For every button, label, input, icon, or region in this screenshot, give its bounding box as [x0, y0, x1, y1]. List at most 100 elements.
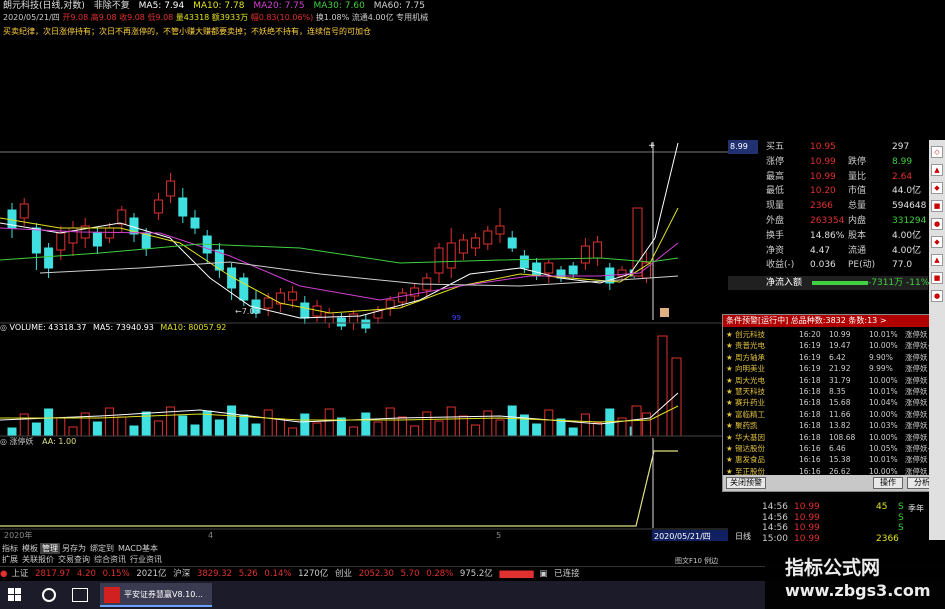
tool-icon-5[interactable]: ● — [931, 218, 943, 230]
tool-icon-9[interactable]: ● — [931, 290, 943, 302]
mid-marker: 99 — [452, 314, 461, 322]
indicator-name[interactable]: 涨停妖 — [10, 437, 34, 446]
stock-name[interactable]: 朗元科技(日线,对数) — [3, 0, 85, 12]
alert-row[interactable]: ★ 锡达股份 16:16 6.46 10.05% 涨停妖-合 — [723, 443, 941, 454]
quote-row: 收益(-) 0.036 PE(动) 77.0 — [728, 258, 928, 272]
volume-bar — [483, 410, 493, 437]
indicator-tab[interactable]: 另存为 — [60, 543, 88, 554]
alert-pct: 10.01% — [869, 330, 898, 339]
alert-title-text: 条件预警[运行中] 总品种数:3832 条数:13 — [726, 316, 878, 325]
alert-row[interactable]: ★ 赛升药业 16:18 15.68 10.04% 涨停妖 — [723, 397, 941, 408]
cy-value: 2052.30 — [358, 569, 394, 579]
alert-stock: 贵普光电 — [735, 341, 765, 351]
tool-icon-3[interactable]: ◆ — [931, 182, 943, 194]
alert-tag: 涨停妖 — [905, 375, 928, 385]
info-tab[interactable]: 行业资讯 — [128, 554, 164, 565]
alert-row[interactable]: ★ 贵普光电 16:19 19.47 10.00% 涨停妖-合 — [723, 340, 941, 351]
indicator-header: ◎ 涨停妖 AA: 1.00 — [0, 436, 76, 448]
info-tab[interactable]: 关联报价 — [20, 554, 56, 565]
hs-amount: 1270亿 — [298, 569, 329, 579]
quote-row: 外盘 263354 内盘 331294 — [728, 214, 928, 228]
task-view-icon[interactable] — [72, 588, 88, 602]
alert-row[interactable]: ★ 向明美业 16:19 21.92 9.99% 涨停妖 — [723, 363, 941, 374]
volume-bar — [300, 413, 310, 437]
windows-start-icon[interactable] — [8, 588, 22, 602]
side-toolbar[interactable]: ◇ ▲ ◆ ■ ● ◆ ▲ ■ ● — [929, 140, 945, 540]
alert-pct: 10.01% — [869, 387, 898, 396]
alert-tag: 涨停妖 — [905, 387, 928, 396]
candle-body — [300, 302, 310, 319]
indicator-tab[interactable]: 指标 — [0, 543, 20, 554]
info-tab[interactable]: 交易查询 — [56, 554, 92, 565]
alert-row[interactable]: ★ 华大基因 16:18 108.68 10.00% 涨停妖 — [723, 432, 941, 443]
alert-row[interactable]: ★ 周方轴承 16:19 6.42 9.90% 涨停妖 — [723, 352, 941, 363]
alert-pct: 10.04% — [869, 398, 898, 408]
operate-button[interactable]: 操作 — [873, 477, 903, 489]
alert-arrow-icon[interactable]: > — [880, 316, 887, 325]
alert-star-icon: ★ — [726, 364, 733, 374]
f10-link[interactable]: 图文F10 例边 — [675, 556, 745, 566]
close-alert-button[interactable]: 关闭预警 — [726, 477, 766, 489]
info-tab[interactable]: 综合资讯 — [92, 554, 128, 565]
info-tab[interactable]: 扩展 — [0, 554, 20, 565]
side-tab[interactable]: 季年 — [906, 503, 926, 533]
candle-body — [19, 203, 29, 219]
rights-mode[interactable]: 非除不复 — [94, 0, 130, 12]
candle-body — [580, 245, 590, 264]
trade-row: 15:00 10.99 2366 — [728, 534, 928, 545]
indicator-tab[interactable]: 绑定到 — [88, 543, 116, 554]
alert-row[interactable]: ★ 聚药凯 16:18 13.82 10.03% 涨停妖 — [723, 420, 941, 431]
quote-row: 换手 14.86% 股本 4.00亿 — [728, 229, 928, 243]
alert-tag: 涨停妖 — [905, 352, 928, 362]
alert-window[interactable]: 条件预警[运行中] 总品种数:3832 条数:13 > ★ 创元科技 16:20 10… — [722, 314, 940, 492]
trade-row: 14:56 10.99 S — [728, 513, 928, 524]
indicator-tab[interactable]: MACD基本 — [116, 543, 160, 554]
alert-time: 16:19 — [799, 364, 821, 374]
info-icon — [660, 308, 669, 317]
alert-price: 8.35 — [829, 387, 846, 396]
search-icon[interactable] — [42, 588, 56, 602]
indicator-tab[interactable]: 管理 — [40, 543, 60, 554]
trade-time: 14:56 — [762, 502, 788, 512]
alert-row[interactable]: ★ 周大光电 16:18 31.79 10.00% 涨停妖 — [723, 375, 941, 386]
tool-icon-6[interactable]: ◆ — [931, 236, 943, 248]
alert-row[interactable]: ★ 惠发食品 16:16 15.38 10.01% 涨停妖 — [723, 454, 941, 465]
quote-label-2: 市值 — [848, 186, 867, 197]
candle-body — [361, 319, 371, 329]
volume-bar — [263, 409, 273, 437]
quote-label-2: 股本 — [848, 230, 867, 241]
quote-label-2: 跌停 — [848, 156, 867, 167]
quote-value-1: 10.99 — [810, 156, 836, 167]
ma-line-0 — [0, 142, 679, 319]
volume-value: VOLUME: 43318.37 — [9, 323, 87, 332]
indicator-tab[interactable]: 模板 — [20, 543, 40, 554]
bar-change: 幅0.83(10.06%) — [250, 13, 314, 22]
alert-title[interactable]: 条件预警[运行中] 总品种数:3832 条数:13 > — [723, 315, 939, 327]
netflow-row: 净流入额 -7311万 -11% — [728, 276, 929, 290]
alert-row[interactable]: ★ 慧天科技 16:18 8.35 10.01% 涨停妖 — [723, 386, 941, 397]
hs-label[interactable]: 沪深 — [173, 569, 190, 579]
tool-icon-8[interactable]: ■ — [931, 272, 943, 284]
cy-amount: 975.2亿 — [459, 569, 493, 579]
alert-pct: 10.03% — [869, 421, 898, 431]
trade-side: S — [898, 512, 904, 523]
quote-row: 最低 10.20 市值 44.0亿 — [728, 184, 928, 198]
alert-pct: 10.01% — [869, 455, 898, 465]
candle-body — [92, 232, 102, 247]
alert-row[interactable]: ★ 创元科技 16:20 10.99 10.01% 涨停妖 — [723, 329, 941, 340]
alert-row[interactable]: ★ 富临精工 16:18 11.66 10.00% 涨停妖 — [723, 409, 941, 420]
volume-bar — [568, 427, 578, 437]
cy-label[interactable]: 创业 — [335, 569, 352, 579]
candle-body — [532, 262, 542, 277]
tool-icon-2[interactable]: ▲ — [931, 164, 943, 176]
alert-price: 15.38 — [829, 455, 851, 465]
tool-icon-4[interactable]: ■ — [931, 200, 943, 212]
day-tab[interactable]: 日线 — [735, 531, 757, 542]
tool-icon-1[interactable]: ◇ — [931, 146, 943, 158]
sh-label[interactable]: 上证 — [11, 569, 28, 579]
kline-chart[interactable]: + ←7.03 99 2020年 4 5 2020/05/21/四 — [0, 38, 728, 543]
volume-bar — [239, 414, 249, 437]
candle-body — [190, 217, 200, 229]
tool-icon-7[interactable]: ▲ — [931, 254, 943, 266]
app-task-button[interactable]: 平安证券慧赢V8.10... — [100, 583, 212, 607]
